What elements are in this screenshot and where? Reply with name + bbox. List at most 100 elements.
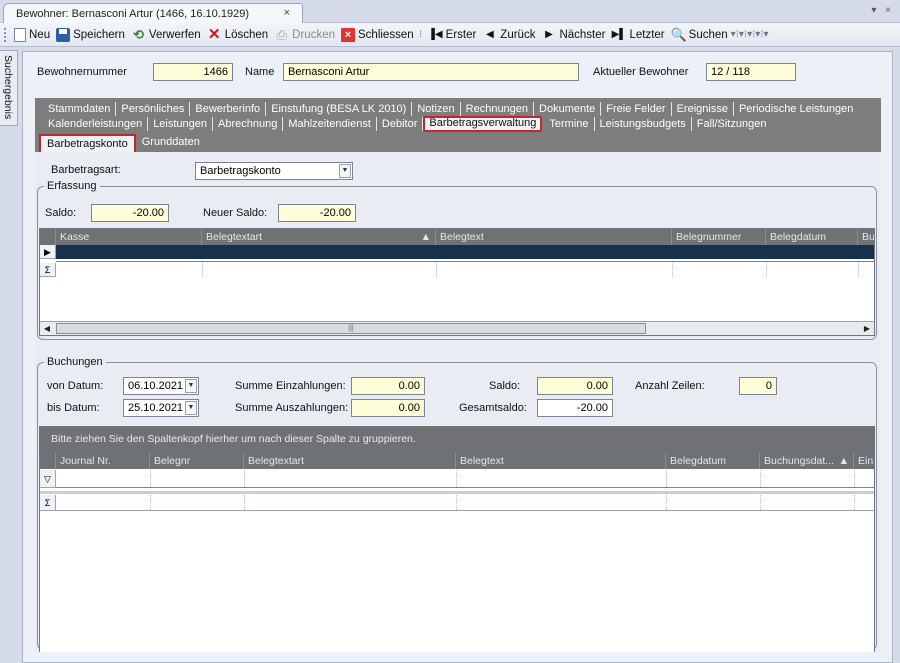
close-button[interactable]: × Schliessen: [338, 25, 417, 45]
calendar-dropdown-icon[interactable]: ▼: [185, 379, 197, 393]
subtab-grunddaten[interactable]: Grunddaten: [136, 134, 206, 154]
calendar-dropdown-icon[interactable]: ▼: [185, 401, 197, 415]
to-date-picker[interactable]: 25.10.2021 ▼: [123, 399, 199, 417]
tab-ereignisse[interactable]: Ereignisse: [672, 102, 734, 116]
col-kasse[interactable]: Kasse: [56, 229, 202, 245]
selected-row[interactable]: [40, 245, 874, 259]
filter-row[interactable]: [56, 470, 874, 488]
tab-fall-sitzungen[interactable]: Fall/Sitzungen: [692, 117, 772, 131]
subtab-barbetragskonto[interactable]: Barbetragskonto: [39, 134, 136, 154]
col-belegdatum[interactable]: Belegdatum: [766, 229, 858, 245]
sum-in-field[interactable]: 0.00: [351, 377, 425, 395]
row-count-field[interactable]: 0: [739, 377, 777, 395]
discard-button[interactable]: ⟲ Verwerfen: [128, 25, 204, 45]
delete-label: Löschen: [224, 28, 269, 41]
from-date-value: 06.10.2021: [128, 380, 184, 392]
col-belegnr[interactable]: Belegnr: [150, 453, 244, 469]
first-label: Erster: [445, 28, 477, 41]
tab-leistungsbudgets[interactable]: Leistungsbudgets: [595, 117, 692, 131]
buchungen-grid-header: Journal Nr. Belegnr Belegtextart Belegte…: [40, 453, 874, 469]
window-controls[interactable]: ▾ ×: [871, 5, 894, 16]
tab-kalenderleistungen[interactable]: Kalenderleistungen: [43, 117, 149, 131]
col-belegtext[interactable]: Belegtext: [456, 453, 666, 469]
scrollbar-thumb[interactable]: |||: [56, 323, 646, 334]
tab-persönliches[interactable]: Persönliches: [116, 102, 191, 116]
main-panel: Bewohnernummer 1466 Name Bernasconi Artu…: [22, 51, 893, 663]
scroll-right-icon[interactable]: ▶: [860, 322, 874, 335]
save-button[interactable]: Speichern: [53, 25, 128, 45]
col-belegdatum[interactable]: Belegdatum: [666, 453, 760, 469]
tab-termine[interactable]: Termine: [544, 117, 595, 131]
document-tab[interactable]: Bewohner: Bernasconi Artur (1466, 16.10.…: [3, 3, 303, 23]
back-button[interactable]: ◀ Zurück: [479, 25, 538, 45]
tab-container: Stammdaten Persönliches Bewerberinfo Einstu…: [35, 98, 881, 652]
search-label: Suchen: [688, 28, 728, 41]
filter-icon[interactable]: ▽: [40, 470, 56, 488]
col-bu[interactable]: Bu: [858, 229, 874, 245]
resident-number-field[interactable]: 1466: [153, 63, 233, 81]
summary-cell-divider: [672, 262, 673, 277]
buchungen-saldo-label: Saldo:: [489, 380, 521, 392]
tab-freie-felder[interactable]: Freie Felder: [601, 102, 672, 116]
close-icon[interactable]: ×: [284, 7, 290, 19]
sum-out-label: Summe Auszahlungen:: [235, 402, 349, 414]
previous-icon: ◀: [485, 29, 494, 40]
horizontal-scrollbar[interactable]: ◀ ||| ▶: [40, 321, 874, 335]
tab-mahlzeitendienst[interactable]: Mahlzeitendienst: [283, 117, 377, 131]
sort-asc-icon: ▲: [420, 231, 431, 243]
tab-barbetragsverwaltung[interactable]: Barbetragsverwaltung: [423, 116, 543, 132]
col-belegtextart[interactable]: Belegtextart: [244, 453, 456, 469]
toolbar-overflow[interactable]: ▾⁝▾⁝▾⁝▾⁝▾: [731, 29, 769, 40]
sum-out-field[interactable]: 0.00: [351, 399, 425, 417]
col-belegnummer[interactable]: Belegnummer: [672, 229, 766, 245]
next-button[interactable]: ▶ Nächster: [538, 25, 608, 45]
tab-periodische-leistungen[interactable]: Periodische Leistungen: [734, 102, 858, 116]
new-button[interactable]: Neu: [11, 25, 53, 45]
tab-leistungen[interactable]: Leistungen: [148, 117, 214, 131]
delete-button[interactable]: ✕ Löschen: [204, 25, 271, 45]
col-ein[interactable]: Ein: [854, 453, 874, 469]
buchungen-legend: Buchungen: [47, 356, 103, 368]
new-saldo-field[interactable]: -20.00: [278, 204, 356, 222]
name-field[interactable]: Bernasconi Artur: [283, 63, 579, 81]
saldo-field[interactable]: -20.00: [91, 204, 169, 222]
current-resident-field[interactable]: 12 / 118: [706, 63, 796, 81]
row-header-corner: [40, 453, 56, 469]
col-belegtext[interactable]: Belegtext: [436, 229, 672, 245]
save-label: Speichern: [73, 28, 125, 41]
toolbar-separator[interactable]: ⁝: [417, 29, 425, 40]
tab-debitor[interactable]: Debitor: [377, 117, 424, 131]
col-journal-nr[interactable]: Journal Nr.: [56, 453, 150, 469]
tab-einstufung-besa-lk-2010[interactable]: Einstufung (BESA LK 2010): [266, 102, 413, 116]
barbetrag-type-value: Barbetragskonto: [200, 165, 281, 177]
col-buchungsdatum-label: Buchungsdat...: [764, 455, 835, 467]
toolbar-grip[interactable]: [4, 27, 8, 42]
filter-cell-divider: [760, 470, 761, 487]
col-buchungsdatum[interactable]: Buchungsdat... ▲: [760, 453, 854, 469]
col-belegtextart[interactable]: Belegtextart ▲: [202, 229, 436, 245]
tab-notizen[interactable]: Notizen: [412, 102, 461, 116]
sort-asc-icon: ▲: [838, 455, 849, 467]
total-saldo-field[interactable]: -20.00: [537, 399, 613, 417]
first-button[interactable]: ▐◀ Erster: [425, 25, 480, 45]
tab-abrechnung[interactable]: Abrechnung: [213, 117, 284, 131]
tab-stammdaten[interactable]: Stammdaten: [43, 102, 117, 116]
from-date-picker[interactable]: 06.10.2021 ▼: [123, 377, 199, 395]
print-button[interactable]: ⎙ Drucken: [271, 25, 338, 45]
scroll-left-icon[interactable]: ◀: [40, 322, 54, 335]
close-label: Schliessen: [358, 28, 414, 41]
tab-rechnungen[interactable]: Rechnungen: [461, 102, 535, 116]
last-button[interactable]: ▶▌ Letzter: [608, 25, 667, 45]
tab-bewerberinfo[interactable]: Bewerberinfo: [190, 102, 267, 116]
group-by-panel[interactable]: Bitte ziehen Sie den Spaltenkopf hierher…: [39, 426, 875, 452]
search-results-side-tab[interactable]: Suchergebnis: [0, 50, 18, 126]
summary-cell-divider: [436, 262, 437, 277]
buchungen-saldo-field[interactable]: 0.00: [537, 377, 613, 395]
dropdown-arrow-icon[interactable]: ▼: [339, 164, 351, 178]
save-icon: [56, 27, 71, 42]
search-button[interactable]: 🔍 Suchen: [668, 25, 731, 45]
filter-cell-divider: [150, 470, 151, 487]
tab-dokumente[interactable]: Dokumente: [534, 102, 602, 116]
filter-cell-divider: [854, 470, 855, 487]
barbetrag-type-select[interactable]: Barbetragskonto ▼: [195, 162, 353, 180]
